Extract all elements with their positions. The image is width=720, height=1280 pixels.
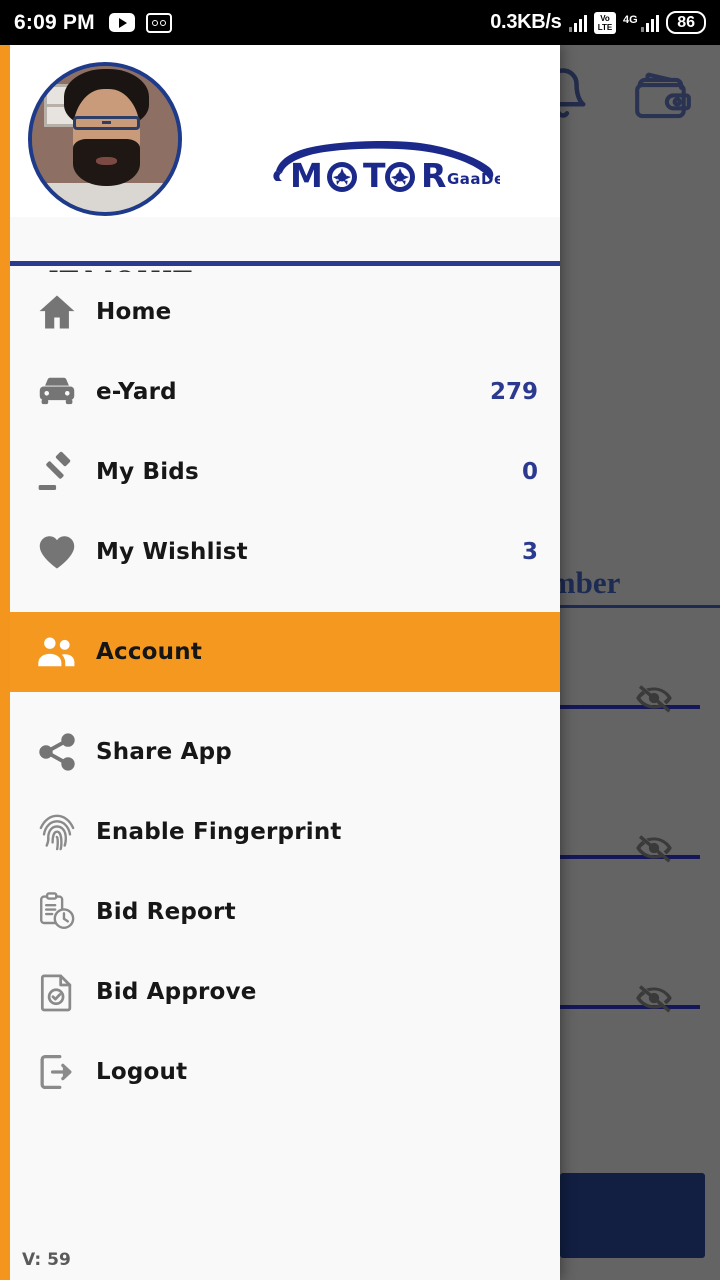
clipboard-clock-icon [34, 890, 96, 934]
status-bar-system-icons: 0.3KB/s Vo LTE 4G 86 [490, 11, 706, 34]
menu-item-my-bids[interactable]: My Bids 0 [10, 432, 560, 512]
menu-item-label: My Wishlist [96, 539, 248, 565]
battery-indicator: 86 [666, 11, 706, 34]
menu-item-label: Logout [96, 1059, 188, 1085]
menu-item-label: Enable Fingerprint [96, 819, 342, 845]
menu-item-label: Home [96, 299, 172, 325]
eye-off-icon[interactable] [625, 825, 683, 876]
menu-item-label: e-Yard [96, 379, 177, 405]
network-speed-label: 0.3KB/s [490, 11, 562, 33]
drawer-header-divider [10, 261, 560, 266]
menu-item-my-wishlist[interactable]: My Wishlist 3 [10, 512, 560, 592]
drawer-menu: Home e-Yard 279 My Bids 0 My Wishlist 3 … [10, 272, 560, 1112]
menu-item-logout[interactable]: Logout [10, 1032, 560, 1112]
volte-icon: Vo LTE [594, 11, 617, 34]
app-screen: 6:09 PM 0.3KB/s Vo LTE 4G 86 Number M T … [0, 0, 720, 1280]
background-submit-button[interactable] [560, 1173, 705, 1258]
signal-bars-sim2-icon [640, 14, 660, 32]
menu-item-badge: 3 [521, 539, 538, 565]
menu-item-label: Bid Report [96, 899, 236, 925]
car-icon [34, 370, 96, 414]
status-bar-notification-icons [108, 12, 172, 33]
svg-text:M: M [290, 156, 323, 195]
menu-section-divider [10, 592, 560, 612]
menu-item-bid-approve[interactable]: Bid Approve [10, 952, 560, 1032]
menu-item-badge: 279 [489, 379, 538, 405]
menu-item-label: Share App [96, 739, 232, 765]
people-icon [34, 630, 96, 674]
menu-item-bid-report[interactable]: Bid Report [10, 872, 560, 952]
menu-item-badge: 0 [521, 459, 538, 485]
eye-off-icon[interactable] [625, 675, 683, 726]
menu-section-divider [10, 692, 560, 712]
brand-logo: M T R GaaDe [270, 137, 515, 199]
svg-text:R: R [421, 156, 446, 195]
menu-item-e-yard[interactable]: e-Yard 279 [10, 352, 560, 432]
heart-icon [34, 530, 96, 574]
volte-bottom-text: LTE [597, 22, 613, 32]
menu-item-label: Bid Approve [96, 979, 257, 1005]
avatar-photo [32, 66, 178, 212]
youtube-icon [108, 13, 135, 32]
drawer-accent-rail [0, 45, 10, 1280]
app-version-label: V: 59 [22, 1250, 71, 1270]
gavel-icon [34, 450, 96, 494]
volte-top-text: Vo [600, 13, 610, 23]
signal-bars-sim1-icon [568, 14, 588, 32]
eye-off-icon[interactable] [625, 975, 683, 1026]
menu-item-label: Account [96, 639, 203, 665]
menu-item-share-app[interactable]: Share App [10, 712, 560, 792]
drawer-header: M T R GaaDe [0, 45, 560, 298]
avatar[interactable] [28, 62, 182, 216]
wallet-icon[interactable] [628, 67, 698, 134]
fingerprint-icon [34, 810, 96, 854]
menu-item-home[interactable]: Home [10, 272, 560, 352]
document-check-icon [34, 970, 96, 1014]
status-bar-time: 6:09 PM [14, 10, 95, 34]
menu-item-label: My Bids [96, 459, 199, 485]
menu-item-account[interactable]: Account [10, 612, 560, 692]
navigation-drawer: M T R GaaDe Home e-Yard 279 My Bids 0 My… [0, 45, 560, 1280]
signal-sim2-group: 4G [623, 13, 660, 32]
voicemail-icon [145, 12, 172, 33]
logout-icon [34, 1050, 96, 1094]
svg-text:T: T [363, 156, 386, 195]
network-type-label: 4G [623, 13, 638, 26]
menu-item-enable-fingerprint[interactable]: Enable Fingerprint [10, 792, 560, 872]
svg-text:GaaDee: GaaDee [447, 170, 500, 188]
status-bar: 6:09 PM 0.3KB/s Vo LTE 4G 86 [0, 0, 720, 45]
share-icon [34, 730, 96, 774]
home-icon [34, 290, 96, 334]
